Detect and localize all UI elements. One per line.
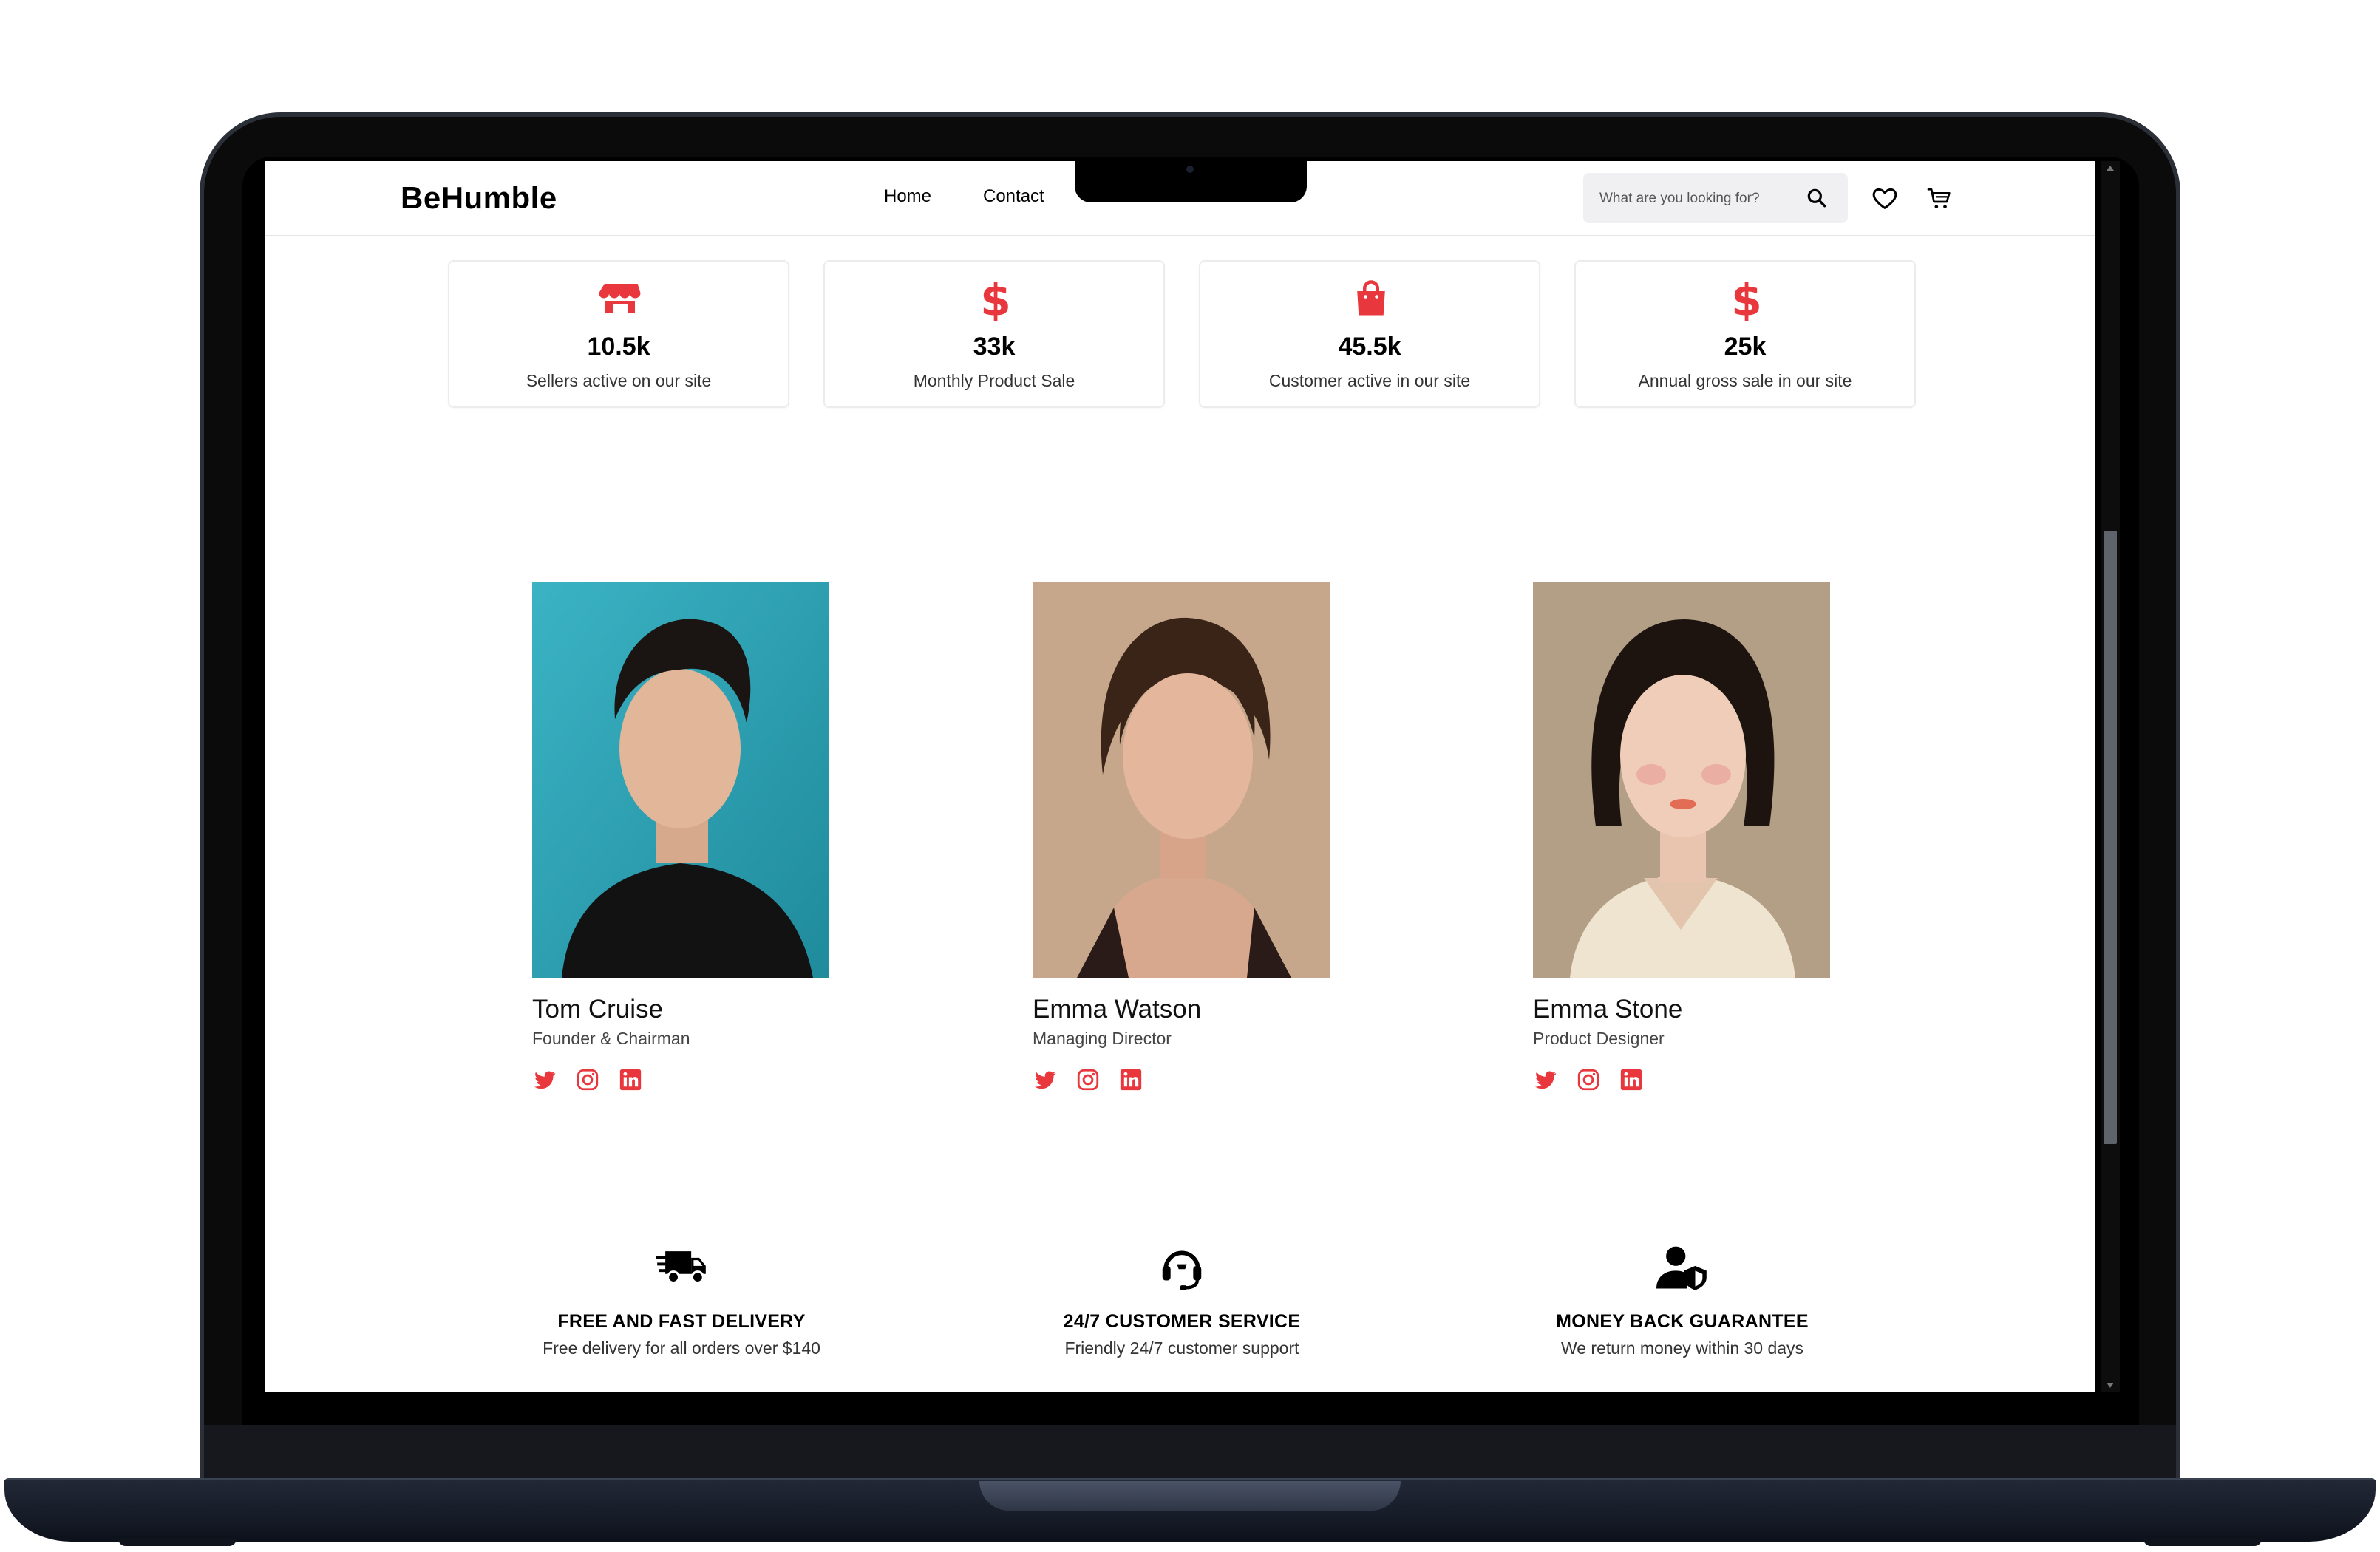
stat-label: Monthly Product Sale <box>913 371 1075 390</box>
dollar-icon: $ <box>980 276 1011 321</box>
stat-card-annual-sale: $ 25k Annual gross sale in our site <box>1574 260 1916 408</box>
shop-icon <box>599 284 641 313</box>
social-links <box>1533 1067 1681 1094</box>
member-role: Product Designer <box>1533 1029 1665 1048</box>
heart-icon[interactable] <box>1870 183 1900 213</box>
member-name: Tom Cruise <box>532 995 663 1024</box>
member-name: Emma Watson <box>1033 995 1202 1024</box>
stat-value: 45.5k <box>1338 333 1401 361</box>
stat-label: Sellers active on our site <box>526 371 712 390</box>
stat-value: 33k <box>973 333 1016 361</box>
twitter-icon[interactable] <box>1533 1067 1558 1092</box>
instagram-icon[interactable] <box>1075 1067 1101 1092</box>
social-links <box>532 1067 680 1094</box>
brand-logo[interactable]: BeHumble <box>401 180 557 216</box>
twitter-icon[interactable] <box>532 1067 557 1092</box>
member-role: Founder & Chairman <box>532 1029 690 1048</box>
feature-title: 24/7 CUSTOMER SERVICE <box>1063 1311 1301 1332</box>
linkedin-icon[interactable] <box>1118 1067 1143 1092</box>
scroll-down-icon[interactable] <box>2107 1383 2114 1388</box>
feature-title: FREE AND FAST DELIVERY <box>557 1311 806 1332</box>
user-shield-icon <box>1656 1246 1707 1290</box>
member-photo <box>1533 582 1830 978</box>
stat-label: Customer active in our site <box>1268 371 1471 390</box>
nav-link-contact[interactable]: Contact <box>983 186 1044 207</box>
laptop-foot-right <box>2143 1539 2262 1546</box>
member-photo <box>532 582 829 978</box>
stat-card-sellers: 10.5k Sellers active on our site <box>448 260 789 408</box>
laptop-opening-groove <box>979 1481 1401 1511</box>
search-bar <box>1583 173 1848 225</box>
nav-link-home[interactable]: Home <box>884 186 931 207</box>
svg-text:$: $ <box>1731 276 1762 321</box>
browser-viewport: BeHumble Home Contact 10.5k Sellers a <box>265 161 2095 1392</box>
scroll-up-icon[interactable] <box>2107 166 2114 171</box>
stat-value: 10.5k <box>587 333 650 361</box>
camera-notch <box>1075 161 1307 202</box>
stat-value: 25k <box>1724 333 1767 361</box>
camera-icon <box>1186 166 1194 173</box>
cart-icon[interactable] <box>1925 183 1954 213</box>
stat-card-customers: 45.5k Customer active in our site <box>1199 260 1540 408</box>
twitter-icon[interactable] <box>1033 1067 1058 1092</box>
feature-money-back: MONEY BACK GUARANTEE We return money wit… <box>1431 1245 1934 1358</box>
feature-subtitle: Friendly 24/7 customer support <box>1064 1338 1299 1358</box>
instagram-icon[interactable] <box>1576 1067 1601 1092</box>
search-input[interactable] <box>1598 173 1801 225</box>
linkedin-icon[interactable] <box>618 1067 643 1092</box>
laptop-foot-left <box>118 1539 237 1546</box>
shopping-bag-icon <box>1357 280 1385 316</box>
member-role: Managing Director <box>1033 1029 1172 1048</box>
scroll-thumb[interactable] <box>2104 531 2117 1144</box>
search-icon[interactable] <box>1805 186 1829 210</box>
laptop-chin <box>204 1425 2176 1484</box>
scrollbar[interactable] <box>2101 161 2120 1392</box>
member-name: Emma Stone <box>1533 995 1683 1024</box>
instagram-icon[interactable] <box>575 1067 600 1092</box>
stat-card-monthly-sale: $ 33k Monthly Product Sale <box>823 260 1165 408</box>
social-links <box>1033 1067 1180 1094</box>
stat-label: Annual gross sale in our site <box>1638 371 1852 390</box>
feature-customer-service: 24/7 CUSTOMER SERVICE Friendly 24/7 cust… <box>931 1245 1433 1358</box>
feature-delivery: FREE AND FAST DELIVERY Free delivery for… <box>430 1245 933 1358</box>
linkedin-icon[interactable] <box>1619 1067 1644 1092</box>
feature-subtitle: Free delivery for all orders over $140 <box>543 1338 820 1358</box>
dollar-icon: $ <box>1731 276 1762 321</box>
feature-title: MONEY BACK GUARANTEE <box>1556 1311 1809 1332</box>
svg-text:$: $ <box>980 276 1011 321</box>
headset-icon <box>1162 1250 1202 1290</box>
member-photo <box>1033 582 1330 978</box>
delivery-truck-icon <box>656 1251 706 1284</box>
feature-subtitle: We return money within 30 days <box>1560 1338 1804 1358</box>
